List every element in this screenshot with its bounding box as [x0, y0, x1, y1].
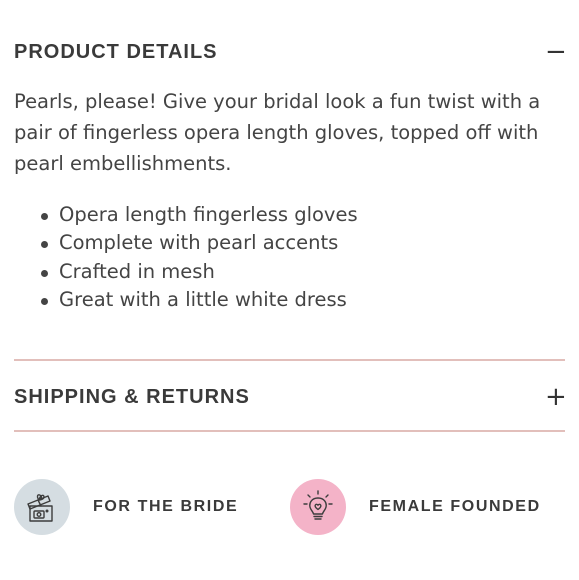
section-divider	[14, 430, 565, 432]
expand-plus-icon[interactable]: +	[545, 384, 567, 410]
bullet-icon	[41, 213, 48, 220]
list-item-text: Crafted in mesh	[59, 259, 215, 283]
list-item: Great with a little white dress	[14, 286, 358, 314]
collapse-minus-icon[interactable]: −	[545, 39, 567, 65]
list-item: Complete with pearl accents	[14, 229, 358, 257]
lightbulb-heart-icon	[290, 479, 346, 535]
list-item: Crafted in mesh	[14, 258, 358, 286]
feature-female-founded: FEMALE FOUNDED	[290, 479, 541, 535]
bullet-icon	[41, 241, 48, 249]
list-item-text: Great with a little white dress	[59, 287, 347, 311]
product-details-title: PRODUCT DETAILS	[14, 40, 218, 63]
feature-for-the-bride: FOR THE BRIDE	[14, 479, 238, 535]
product-details-list: Opera length fingerless gloves Complete …	[14, 201, 358, 314]
feature-label: FEMALE FOUNDED	[369, 498, 541, 515]
product-details-header[interactable]: PRODUCT DETAILS −	[14, 36, 567, 68]
feature-label: FOR THE BRIDE	[93, 498, 239, 515]
section-divider	[14, 359, 565, 361]
list-item-text: Complete with pearl accents	[59, 231, 339, 255]
product-description: Pearls, please! Give your bridal look a …	[14, 90, 541, 175]
gift-box-icon	[14, 479, 70, 535]
shipping-returns-header[interactable]: SHIPPING & RETURNS +	[14, 381, 567, 413]
shipping-returns-title: SHIPPING & RETURNS	[14, 385, 250, 408]
list-item: Opera length fingerless gloves	[14, 201, 358, 229]
list-item-text: Opera length fingerless gloves	[59, 203, 358, 226]
bullet-icon	[41, 297, 48, 305]
bullet-icon	[41, 269, 48, 277]
